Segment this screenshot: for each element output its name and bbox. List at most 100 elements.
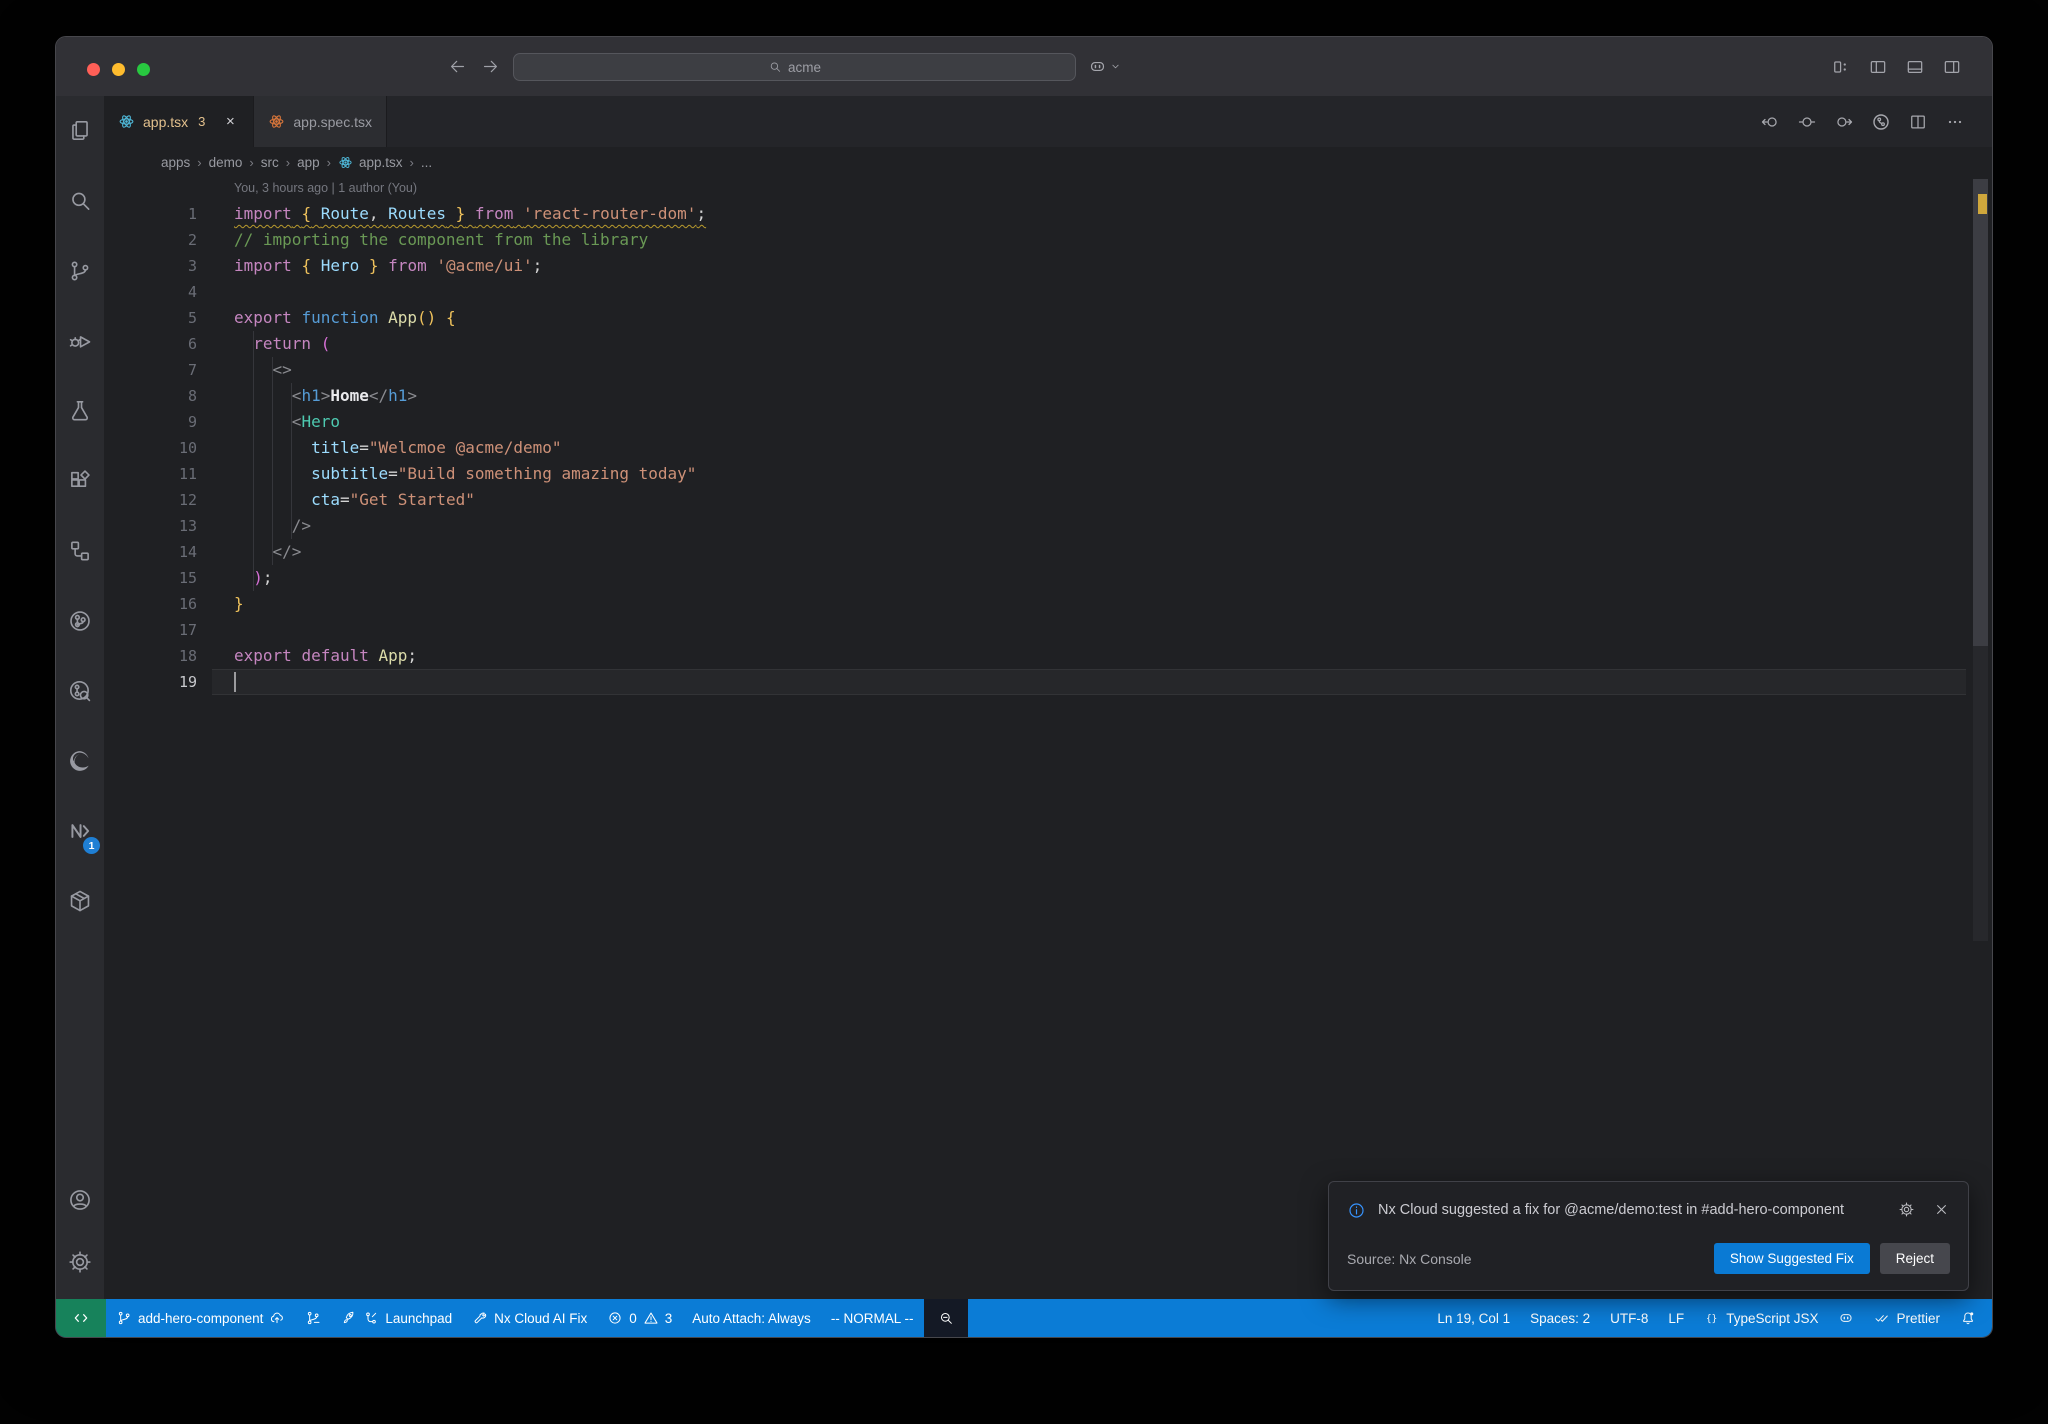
tab-close-button[interactable]: ×: [221, 113, 239, 131]
arrow-left-icon: [450, 60, 465, 73]
status-zoom-indicator[interactable]: [923, 1299, 968, 1337]
layout-customize-button[interactable]: [1831, 57, 1851, 77]
activity-item-explorer[interactable]: [56, 96, 104, 166]
layout-sidebar-right-button[interactable]: [1942, 57, 1962, 77]
code-line-17[interactable]: 17: [104, 617, 1992, 643]
code-line-2[interactable]: 2// importing the component from the lib…: [104, 227, 1992, 253]
code-line-3[interactable]: 3 import { Hero } from '@acme/ui';: [104, 253, 1992, 279]
breadcrumb-item[interactable]: app: [297, 155, 320, 170]
notification-close-button[interactable]: [1933, 1201, 1950, 1218]
activity-item-settings[interactable]: [56, 1231, 104, 1293]
git-blame-annotation: You, 3 hours ago | 1 author (You): [234, 181, 418, 195]
breadcrumb-item[interactable]: apps: [161, 155, 190, 170]
status-remote-indicator[interactable]: [56, 1299, 106, 1337]
reject-button[interactable]: Reject: [1879, 1243, 1950, 1274]
activity-item-testing[interactable]: [56, 376, 104, 446]
show-suggested-fix-button[interactable]: Show Suggested Fix: [1713, 1243, 1870, 1274]
code-line-4[interactable]: 4: [104, 279, 1992, 305]
activity-item-gitlens-inspect[interactable]: [56, 656, 104, 726]
changes-icon: [1798, 116, 1816, 127]
notification-settings-button[interactable]: [1898, 1201, 1915, 1218]
arrow-right-button[interactable]: [481, 57, 500, 76]
breadcrumb-item[interactable]: src: [261, 155, 279, 170]
code-line-15[interactable]: 15 );: [104, 565, 1992, 591]
tab-app.tsx[interactable]: app.tsx 3 ×: [104, 96, 255, 147]
status-indentation[interactable]: Spaces: 2: [1520, 1299, 1600, 1337]
layout-sidebar-left-button[interactable]: [1868, 57, 1888, 77]
status-prettier[interactable]: Prettier: [1864, 1299, 1950, 1337]
status-git-branch[interactable]: add-hero-component: [106, 1299, 295, 1337]
close-window-button[interactable]: [87, 63, 100, 76]
activity-item-containers[interactable]: [56, 866, 104, 936]
activity-item-run-debug[interactable]: [56, 306, 104, 376]
history-navigation: [448, 37, 500, 96]
activity-item-accounts[interactable]: [56, 1169, 104, 1231]
copilot-menu[interactable]: [1088, 37, 1122, 96]
status-vim-mode[interactable]: -- NORMAL --: [821, 1299, 924, 1337]
react-icon: [269, 115, 284, 128]
code-line-11[interactable]: 11 subtitle="Build something amazing tod…: [104, 461, 1992, 487]
code-line-7[interactable]: 7 <>: [104, 357, 1992, 383]
code-line-14[interactable]: 14 </>: [104, 539, 1992, 565]
code-line-1[interactable]: 1 import { Route, Routes } from 'react-ro…: [104, 201, 1992, 227]
vscode-window: acme 1 app.tsx 3 × app.spec.tsx apps › demo › s…: [55, 36, 1993, 1338]
commit-graph-button[interactable]: [1871, 112, 1891, 132]
activity-item-search[interactable]: [56, 166, 104, 236]
code-line-9[interactable]: 9 <Hero: [104, 409, 1992, 435]
zoom-window-button[interactable]: [137, 63, 150, 76]
layout-controls: [1831, 37, 1962, 96]
status-launchpad[interactable]: Launchpad: [331, 1299, 462, 1337]
activity-item-extensions[interactable]: [56, 446, 104, 516]
status-problems[interactable]: 03: [597, 1299, 682, 1337]
status-cursor-position[interactable]: Ln 19, Col 1: [1427, 1299, 1520, 1337]
more-actions-button[interactable]: [1945, 112, 1965, 132]
minimize-window-button[interactable]: [112, 63, 125, 76]
search-icon: [770, 62, 781, 72]
status-language-mode[interactable]: {} TypeScript JSX: [1694, 1299, 1828, 1337]
status-encoding[interactable]: UTF-8: [1600, 1299, 1658, 1337]
code-line-12[interactable]: 12 cta="Get Started": [104, 487, 1992, 513]
command-center-search[interactable]: acme: [513, 53, 1076, 81]
arrow-left-button[interactable]: [448, 57, 467, 76]
account-icon: [70, 1190, 90, 1210]
breadcrumb-item[interactable]: ...: [421, 155, 432, 170]
breadcrumb-item[interactable]: demo: [209, 155, 243, 170]
activity-bar: 1: [56, 96, 104, 1299]
arrow-right-icon: [483, 60, 498, 73]
breadcrumb-item[interactable]: app.tsx: [338, 155, 403, 170]
layout-panel-button[interactable]: [1905, 57, 1925, 77]
info-icon: [1349, 1203, 1364, 1218]
status-notifications-bell[interactable]: [1950, 1299, 1986, 1337]
split-editor-button[interactable]: [1908, 112, 1928, 132]
tab-app.spec.tsx[interactable]: app.spec.tsx: [254, 96, 387, 147]
next-change-icon: [1837, 116, 1853, 127]
status-auto-attach[interactable]: Auto Attach: Always: [682, 1299, 821, 1337]
code-line-19[interactable]: 19: [104, 669, 1992, 695]
next-change-button[interactable]: [1834, 112, 1854, 132]
code-line-16[interactable]: 16}: [104, 591, 1992, 617]
status-eol[interactable]: LF: [1658, 1299, 1694, 1337]
activity-item-source-control[interactable]: [56, 236, 104, 306]
status-gitlens-graph[interactable]: [295, 1299, 331, 1337]
layout-panel-icon: [1907, 60, 1923, 73]
status-copilot-status[interactable]: [1828, 1299, 1864, 1337]
line-number: 15: [178, 569, 197, 587]
activity-item-hierarchy[interactable]: [56, 516, 104, 586]
code-line-13[interactable]: 13 />: [104, 513, 1992, 539]
scrollbar-thumb[interactable]: [1973, 179, 1988, 646]
code-line-10[interactable]: 10 title="Welcmoe @acme/demo": [104, 435, 1992, 461]
testing-icon: [71, 400, 89, 421]
activity-item-gitlens[interactable]: [56, 586, 104, 656]
activity-item-nx-console[interactable]: 1: [56, 796, 104, 866]
prev-change-button[interactable]: [1760, 112, 1780, 132]
changes-button[interactable]: [1797, 112, 1817, 132]
code-editor[interactable]: You, 3 hours ago | 1 author (You) 1 impor…: [104, 177, 1992, 1299]
line-number: 4: [187, 283, 197, 301]
activity-item-edge-devtools[interactable]: [56, 726, 104, 796]
code-line-8[interactable]: 8 <h1>Home</h1>: [104, 383, 1992, 409]
code-line-18[interactable]: 18 export default App;: [104, 643, 1992, 669]
status-nx-cloud-ai-fix[interactable]: Nx Cloud AI Fix: [462, 1299, 597, 1337]
chevron-down-icon: [1112, 64, 1119, 69]
code-line-5[interactable]: 5 export function App() {: [104, 305, 1992, 331]
code-line-6[interactable]: 6 return (: [104, 331, 1992, 357]
